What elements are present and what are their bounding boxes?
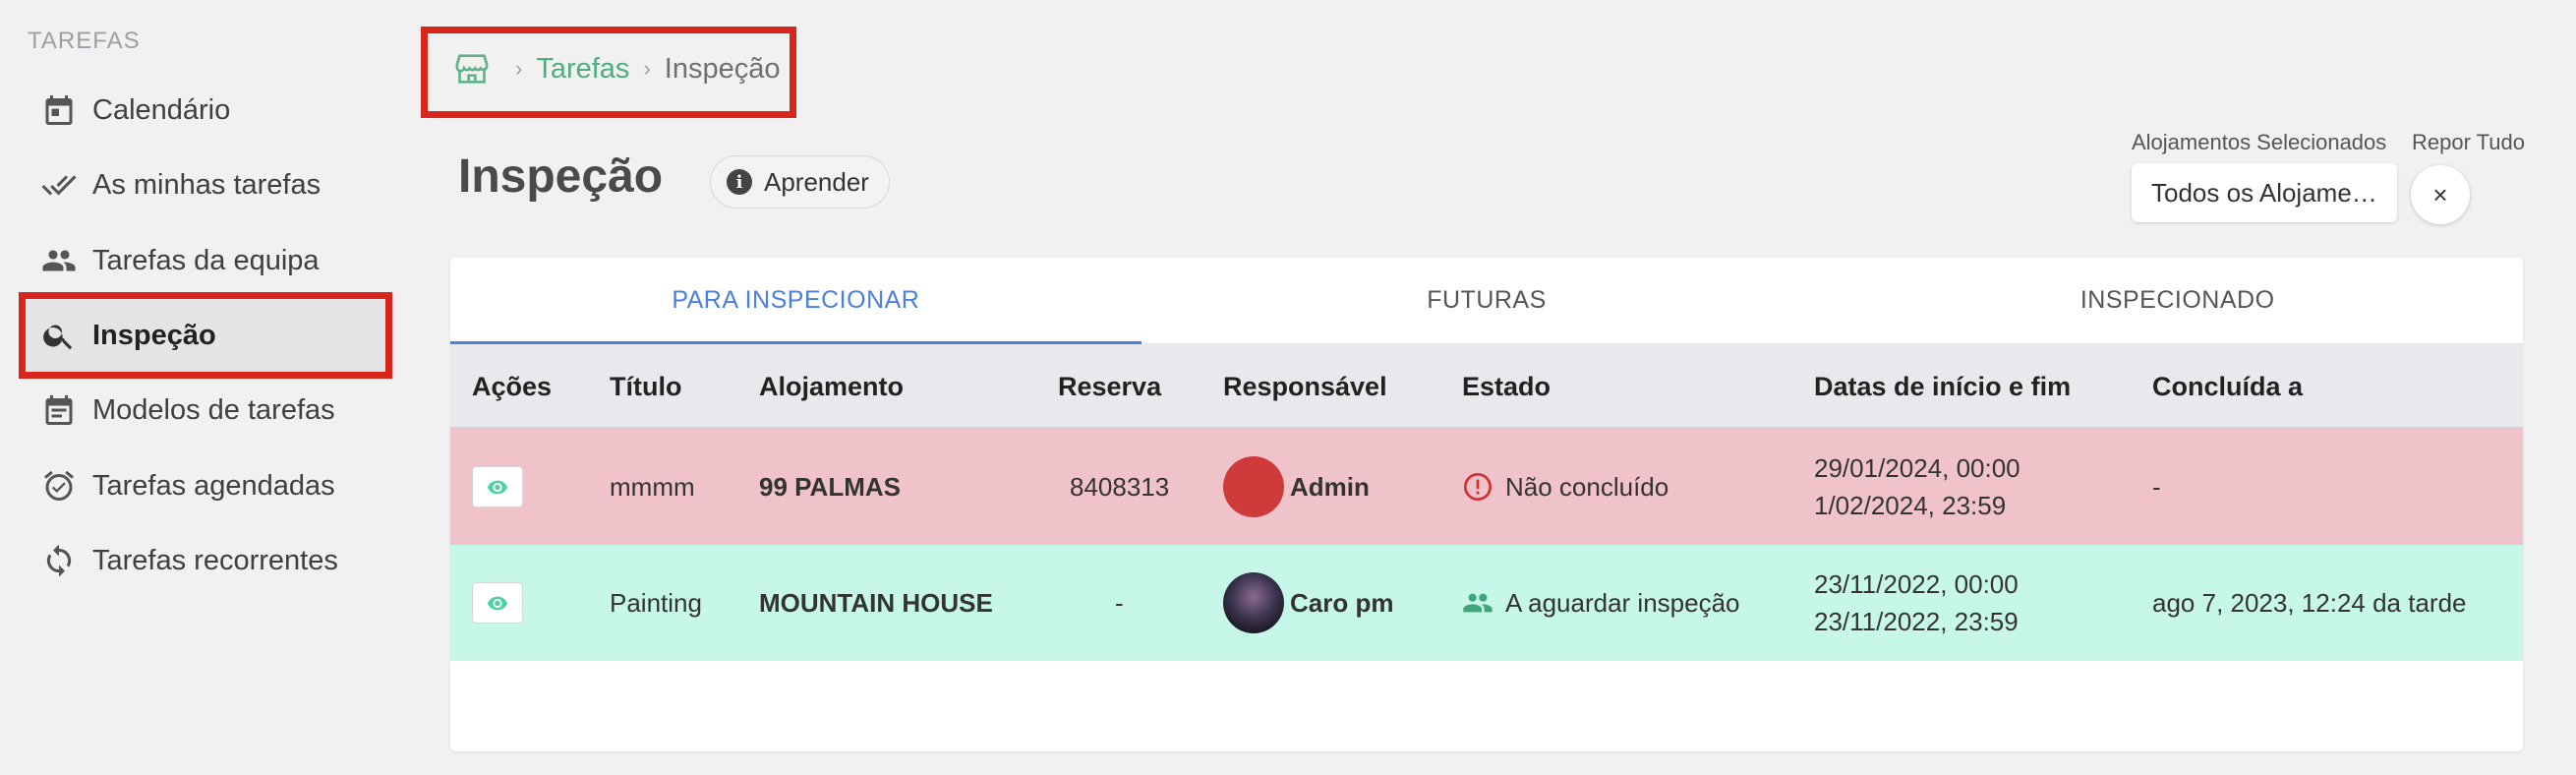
- completed-cell: -: [2152, 471, 2161, 502]
- learn-button[interactable]: i Aprender: [710, 155, 890, 209]
- sidebar-item-label: Modelos de tarefas: [92, 393, 335, 426]
- people-icon: [1462, 587, 1493, 619]
- column-header-responsavel[interactable]: Responsável: [1223, 344, 1387, 429]
- alarm-check-icon: [39, 466, 79, 506]
- reset-all-button[interactable]: ×: [2411, 165, 2470, 224]
- home-store-icon[interactable]: [452, 49, 492, 89]
- sidebar-item-tarefas-equipa[interactable]: Tarefas da equipa: [39, 231, 374, 290]
- page-title: Inspeção: [458, 150, 664, 203]
- accommodations-filter-label: Alojamentos Selecionados: [2132, 130, 2387, 154]
- title-cell: mmmm: [610, 471, 695, 502]
- responsible-name: Caro pm: [1290, 587, 1394, 618]
- double-check-icon: [39, 165, 79, 205]
- end-date: 1/02/2024, 23:59: [1814, 491, 2007, 520]
- column-header-titulo[interactable]: Título: [610, 344, 681, 429]
- table-row[interactable]: mmmm 99 PALMAS 8408313 Admin Não concluí…: [450, 429, 2523, 545]
- sidebar-item-modelos-tarefas[interactable]: Modelos de tarefas: [39, 381, 374, 440]
- sidebar-item-label: Tarefas da equipa: [92, 244, 320, 276]
- accommodation-cell: MOUNTAIN HOUSE: [759, 587, 993, 618]
- reset-all-label: Repor Tudo: [2412, 130, 2525, 154]
- sidebar: TAREFAS Calendário As minhas tarefas Tar…: [0, 0, 413, 775]
- table-header: Ações Título Alojamento Reserva Responsá…: [450, 344, 2523, 429]
- people-icon: [39, 241, 79, 280]
- tab-inspecionado[interactable]: INSPECIONADO: [1832, 258, 2523, 343]
- alert-circle-icon: [1462, 471, 1493, 503]
- highlight-box-sidebar: [19, 292, 392, 379]
- sidebar-item-tarefas-recorrentes[interactable]: Tarefas recorrentes: [39, 531, 374, 590]
- reservation-cell: -: [1115, 587, 1124, 618]
- status-cell: Não concluído: [1462, 429, 1669, 545]
- responsible-name: Admin: [1290, 471, 1370, 502]
- sidebar-item-label: Tarefas recorrentes: [92, 544, 338, 576]
- view-button[interactable]: [472, 466, 523, 507]
- start-date: 29/01/2024, 00:00: [1814, 453, 2020, 483]
- breadcrumb-link-tarefas[interactable]: Tarefas: [536, 53, 629, 86]
- eye-icon: [487, 596, 508, 611]
- status-cell: A aguardar inspeção: [1462, 545, 1740, 661]
- calendar-icon: [39, 90, 79, 130]
- inspection-card: PARA INSPECIONAR FUTURAS INSPECIONADO Aç…: [450, 258, 2523, 751]
- avatar: [1223, 572, 1284, 633]
- sidebar-item-label: Calendário: [92, 93, 231, 126]
- breadcrumb-current: Inspeção: [664, 52, 781, 85]
- responsible-cell: Caro pm: [1223, 545, 1393, 661]
- eye-icon: [487, 480, 508, 495]
- tabs-bar: PARA INSPECIONAR FUTURAS INSPECIONADO: [450, 258, 2523, 344]
- breadcrumb: › Tarefas › Inspeção: [452, 49, 780, 89]
- column-header-acoes[interactable]: Ações: [472, 344, 552, 429]
- sidebar-heading: TAREFAS: [28, 28, 141, 54]
- sidebar-item-tarefas-agendadas[interactable]: Tarefas agendadas: [39, 456, 374, 515]
- completed-cell: ago 7, 2023, 12:24 da tarde: [2152, 587, 2467, 618]
- table-row[interactable]: Painting MOUNTAIN HOUSE - Caro pm A agua…: [450, 545, 2523, 661]
- column-header-alojamento[interactable]: Alojamento: [759, 344, 904, 429]
- info-icon: i: [727, 169, 752, 195]
- sidebar-item-label: As minhas tarefas: [92, 168, 322, 201]
- column-header-concluida[interactable]: Concluída a: [2152, 344, 2303, 429]
- template-icon: [39, 390, 79, 430]
- chevron-right-icon: ›: [643, 56, 651, 81]
- tab-futuras[interactable]: FUTURAS: [1142, 258, 1833, 343]
- accommodations-select[interactable]: Todos os Alojame…: [2132, 163, 2397, 222]
- learn-button-label: Aprender: [764, 166, 869, 197]
- reservation-cell: 8408313: [1070, 471, 1170, 502]
- responsible-cell: Admin: [1223, 429, 1370, 545]
- dates-cell: 29/01/2024, 00:00 1/02/2024, 23:59: [1814, 429, 2020, 545]
- title-cell: Painting: [610, 587, 702, 618]
- actions-cell: [472, 545, 523, 661]
- accommodation-cell: 99 PALMAS: [759, 471, 901, 502]
- avatar: [1223, 456, 1284, 517]
- chevron-right-icon: ›: [515, 56, 523, 81]
- sidebar-item-minhas-tarefas[interactable]: As minhas tarefas: [39, 155, 374, 214]
- sidebar-item-label: Tarefas agendadas: [92, 469, 335, 502]
- tab-para-inspecionar[interactable]: PARA INSPECIONAR: [450, 258, 1142, 344]
- column-header-datas[interactable]: Datas de início e fim: [1814, 344, 2071, 429]
- status-text: A aguardar inspeção: [1505, 587, 1740, 618]
- view-button[interactable]: [472, 582, 523, 624]
- end-date: 23/11/2022, 23:59: [1814, 607, 2019, 636]
- start-date: 23/11/2022, 00:00: [1814, 569, 2019, 599]
- status-text: Não concluído: [1505, 471, 1669, 502]
- dates-cell: 23/11/2022, 00:00 23/11/2022, 23:59: [1814, 545, 2019, 661]
- actions-cell: [472, 429, 523, 545]
- column-header-estado[interactable]: Estado: [1462, 344, 1551, 429]
- sidebar-item-calendario[interactable]: Calendário: [39, 81, 374, 140]
- column-header-reserva[interactable]: Reserva: [1058, 344, 1161, 429]
- sync-icon: [39, 541, 79, 580]
